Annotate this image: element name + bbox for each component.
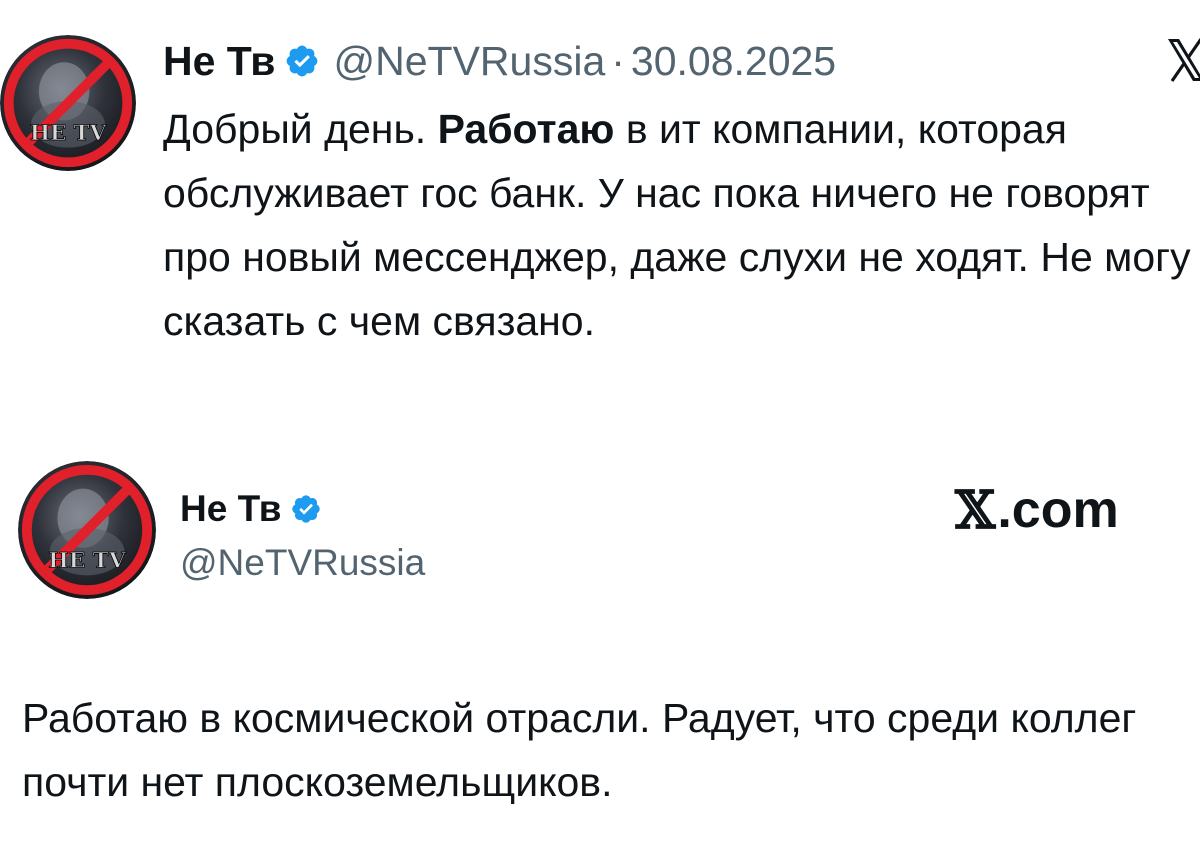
author-handle[interactable]: @NeTVRussia <box>180 538 425 588</box>
author-avatar[interactable]: НЕ ТV <box>18 461 156 599</box>
separator-dot: · <box>611 37 625 84</box>
author-avatar[interactable]: НЕ ТV <box>0 35 136 171</box>
tweet-text: Добрый день. Работаю в ит компании, кото… <box>163 97 1193 353</box>
author-handle[interactable]: @NeTVRussia <box>334 38 606 85</box>
x-logo-icon[interactable] <box>1166 35 1200 85</box>
author-name[interactable]: Не Тв <box>163 38 276 85</box>
avatar-image: НЕ ТV <box>0 35 136 171</box>
verified-badge-icon <box>284 43 320 79</box>
tweet-header: Не Тв @NeTVRussia · 30.08.2025 <box>163 33 836 89</box>
tweet-text: Работаю в космической отрасли. Радует, ч… <box>22 695 1137 805</box>
author-name[interactable]: Не Тв <box>180 488 282 530</box>
x-com-domain: .com <box>997 481 1119 539</box>
tweet-date[interactable]: 30.08.2025 <box>631 38 836 85</box>
avatar-logo-text: НЕ ТV <box>30 121 107 146</box>
avatar-logo-text: НЕ ТV <box>48 548 127 573</box>
avatar-image: НЕ ТV <box>18 461 156 599</box>
tweet-text-bold: Работаю <box>437 106 615 152</box>
verified-badge-icon <box>290 493 322 525</box>
x-logo-icon: 𝕏 <box>955 479 996 541</box>
tweet-text-part: Добрый день. <box>163 106 438 152</box>
x-com-logo[interactable]: 𝕏 .com <box>955 479 1119 541</box>
author-name-row: Не Тв <box>180 484 336 534</box>
